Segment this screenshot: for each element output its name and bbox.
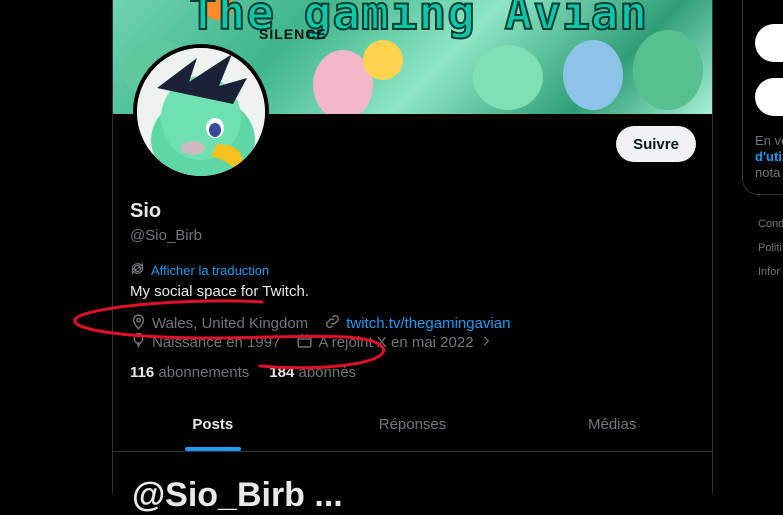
location-icon	[130, 313, 147, 334]
following-link[interactable]: 116 abonnements	[130, 364, 249, 381]
footer-link[interactable]: Infor	[758, 266, 780, 278]
translate-link[interactable]: Afficher la traduction	[130, 261, 269, 279]
chevron-right-icon	[479, 334, 493, 352]
banner-art	[633, 30, 703, 110]
avatar-image	[137, 48, 265, 176]
profile-name: Sio	[130, 200, 162, 222]
link-icon	[324, 313, 341, 334]
tab-posts[interactable]: Posts	[113, 398, 313, 451]
signup-button[interactable]	[755, 24, 783, 62]
banner-art	[473, 45, 543, 110]
birth-item: Naissance en 1997	[130, 332, 280, 353]
banner-art	[363, 40, 403, 80]
next-post-text: @Sio_Birb ...	[132, 476, 343, 514]
balloon-icon	[130, 332, 147, 353]
joined-item[interactable]: A rejoint X en mai 2022	[296, 332, 492, 353]
follow-button[interactable]: Suivre	[616, 126, 696, 162]
tab-replies[interactable]: Réponses	[313, 398, 513, 451]
left-rail	[0, 0, 112, 494]
joined-text: A rejoint X en mai 2022	[318, 334, 474, 351]
follow-counts: 116 abonnements 184 abonnés	[130, 364, 356, 381]
tab-media[interactable]: Médias	[512, 398, 712, 451]
tab-label: Posts	[192, 416, 234, 433]
translate-label: Afficher la traduction	[151, 262, 270, 278]
website-link[interactable]: twitch.tv/thegamingavian	[346, 315, 510, 332]
banner-art	[563, 40, 623, 110]
right-sidebar-card: En vo d'uti nota	[742, 0, 783, 195]
followers-count: 184	[269, 364, 295, 381]
banner-subtitle: SILENCE	[259, 26, 327, 42]
calendar-icon	[296, 332, 313, 353]
avatar[interactable]	[133, 44, 269, 180]
following-count: 116	[130, 364, 155, 381]
sidebar-text: nota	[755, 165, 781, 180]
banner-title: The gaming Avian	[188, 0, 649, 41]
website-item[interactable]: twitch.tv/thegamingavian	[324, 313, 510, 334]
location-item: Wales, United Kingdom	[130, 313, 308, 334]
terms-link[interactable]: d'uti	[755, 149, 782, 164]
profile-tabs: Posts Réponses Médias	[113, 398, 712, 452]
tab-label: Médias	[588, 416, 637, 433]
followers-label: abonnés	[298, 364, 357, 381]
translate-icon	[130, 261, 145, 279]
birth-text: Naissance en 1997	[152, 334, 281, 351]
footer-link[interactable]: Politi	[758, 242, 782, 254]
following-label: abonnements	[158, 364, 250, 381]
followers-link[interactable]: 184 abonnés	[269, 364, 356, 381]
profile-meta-row-2: Naissance en 1997 A rejoint X en mai 202…	[130, 332, 493, 353]
profile-bio: My social space for Twitch.	[130, 283, 309, 300]
footer-link[interactable]: Cond	[758, 218, 783, 230]
profile-column: The gaming Avian SILENCE Suivre Sio @Sio…	[112, 0, 713, 494]
active-tab-indicator	[184, 447, 241, 451]
tab-label: Réponses	[378, 416, 447, 433]
profile-meta-row-1: Wales, United Kingdom twitch.tv/thegamin…	[130, 313, 510, 334]
location-text: Wales, United Kingdom	[152, 315, 309, 332]
sidebar-text: En vo	[755, 133, 783, 148]
profile-handle: @Sio_Birb	[130, 227, 202, 244]
signup-button[interactable]	[755, 78, 783, 116]
